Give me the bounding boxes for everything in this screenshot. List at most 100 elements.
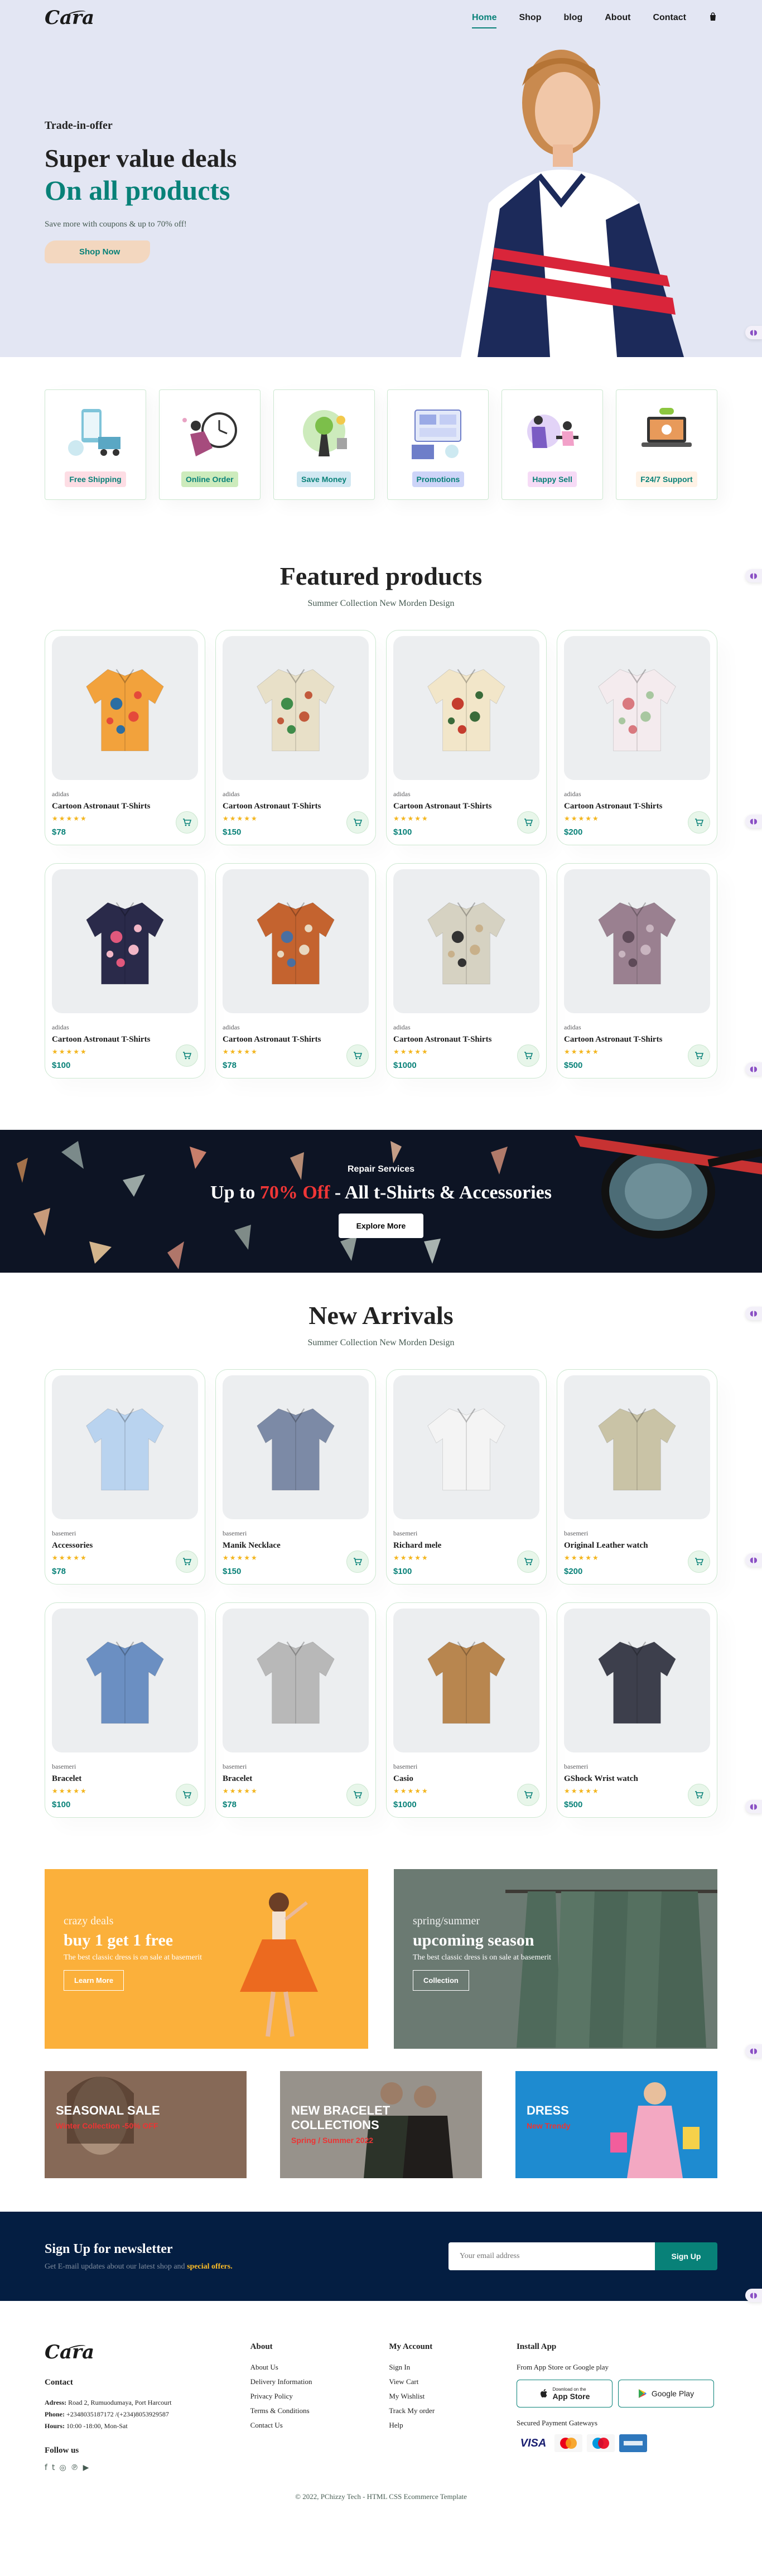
add-to-cart-button[interactable] bbox=[688, 811, 710, 834]
shop-now-button[interactable]: Shop Now bbox=[45, 240, 151, 263]
footer-link[interactable]: My Wishlist bbox=[389, 2392, 500, 2401]
explore-more-button[interactable]: Explore More bbox=[338, 1214, 424, 1238]
product-card[interactable]: adidas Cartoon Astronaut T-Shirts ★★★★★ … bbox=[45, 863, 205, 1078]
nav-about[interactable]: About bbox=[605, 11, 630, 25]
add-to-cart-button[interactable] bbox=[517, 1551, 539, 1573]
collection-button[interactable]: Collection bbox=[413, 1970, 469, 1991]
footer-link[interactable]: Terms & Conditions bbox=[250, 2406, 373, 2415]
banner-subtitle: New Trendy bbox=[527, 2121, 571, 2130]
product-card[interactable]: basemeri Bracelet ★★★★★ $100 bbox=[45, 1602, 205, 1818]
product-image[interactable] bbox=[564, 1609, 710, 1752]
product-image[interactable] bbox=[52, 869, 198, 1013]
footer-link[interactable]: View Cart bbox=[389, 2377, 500, 2386]
bracelet-collection-banner[interactable]: NEW BRACELET COLLECTIONS Spring / Summer… bbox=[280, 2071, 482, 2178]
facebook-icon[interactable]: f bbox=[45, 2463, 47, 2472]
add-to-cart-button[interactable] bbox=[346, 1044, 369, 1067]
add-to-cart-button[interactable] bbox=[176, 1551, 198, 1573]
footer-link[interactable]: Privacy Policy bbox=[250, 2392, 373, 2401]
seasonal-sale-banner[interactable]: SEASONAL SALE Winter Collection -50% OFF bbox=[45, 2071, 247, 2178]
instagram-icon[interactable]: ◎ bbox=[59, 2463, 66, 2472]
nav-home[interactable]: Home bbox=[472, 11, 497, 28]
product-image[interactable] bbox=[564, 636, 710, 780]
product-image[interactable] bbox=[393, 1609, 539, 1752]
pinterest-icon[interactable]: ℗ bbox=[71, 2463, 79, 2472]
email-input[interactable] bbox=[448, 2242, 655, 2270]
add-to-cart-button[interactable] bbox=[517, 1044, 539, 1067]
product-image[interactable] bbox=[223, 1609, 369, 1752]
product-card[interactable]: basemeri Richard mele ★★★★★ $100 bbox=[386, 1369, 547, 1585]
add-to-cart-button[interactable] bbox=[176, 1044, 198, 1067]
banner-eyebrow: Repair Services bbox=[347, 1164, 415, 1174]
floating-widget-icon[interactable]: ◖◗ bbox=[745, 815, 762, 828]
footer-link[interactable]: About Us bbox=[250, 2363, 373, 2372]
product-image[interactable] bbox=[52, 636, 198, 780]
product-card[interactable]: adidas Cartoon Astronaut T-Shirts ★★★★★ … bbox=[386, 863, 547, 1078]
phone-label: Phone: bbox=[45, 2410, 65, 2418]
learn-more-button[interactable]: Learn More bbox=[64, 1970, 124, 1991]
floating-widget-icon[interactable]: ◖◗ bbox=[745, 1062, 762, 1076]
dress-banner[interactable]: DRESS New Trendy bbox=[515, 2071, 717, 2178]
app-store-button[interactable]: Download on the App Store bbox=[516, 2380, 613, 2408]
add-to-cart-button[interactable] bbox=[688, 1044, 710, 1067]
logo[interactable]: Cara bbox=[45, 7, 94, 29]
add-to-cart-button[interactable] bbox=[517, 811, 539, 834]
product-card[interactable]: adidas Cartoon Astronaut T-Shirts ★★★★★ … bbox=[215, 630, 376, 845]
product-price: $200 bbox=[564, 827, 583, 837]
product-card[interactable]: basemeri Manik Necklace ★★★★★ $150 bbox=[215, 1369, 376, 1585]
product-card[interactable]: basemeri GShock Wrist watch ★★★★★ $500 bbox=[557, 1602, 717, 1818]
sign-up-button[interactable]: Sign Up bbox=[655, 2242, 717, 2270]
product-card[interactable]: adidas Cartoon Astronaut T-Shirts ★★★★★ … bbox=[215, 863, 376, 1078]
nav-contact[interactable]: Contact bbox=[653, 11, 686, 25]
shopping-bag-icon[interactable] bbox=[708, 10, 717, 26]
floating-widget-icon[interactable]: ◖◗ bbox=[745, 1800, 762, 1813]
floating-widget-icon[interactable]: ◖◗ bbox=[745, 2289, 762, 2302]
footer-link[interactable]: Contact Us bbox=[250, 2421, 373, 2430]
twitter-icon[interactable]: t bbox=[52, 2463, 55, 2472]
add-to-cart-button[interactable] bbox=[176, 1784, 198, 1806]
newsletter-text: Get E-mail updates about our latest shop… bbox=[45, 2262, 233, 2271]
footer-logo[interactable]: Cara bbox=[45, 2341, 234, 2363]
floating-widget-icon[interactable]: ◖◗ bbox=[745, 1307, 762, 1320]
nav-shop[interactable]: Shop bbox=[519, 11, 541, 25]
promotions-illustration-icon bbox=[412, 410, 462, 459]
footer-link[interactable]: Help bbox=[389, 2421, 500, 2430]
product-image[interactable] bbox=[52, 1609, 198, 1752]
youtube-icon[interactable]: ▶ bbox=[83, 2463, 89, 2472]
footer-link[interactable]: Sign In bbox=[389, 2363, 500, 2372]
add-to-cart-button[interactable] bbox=[517, 1784, 539, 1806]
product-image[interactable] bbox=[223, 869, 369, 1013]
product-image[interactable] bbox=[393, 869, 539, 1013]
add-to-cart-button[interactable] bbox=[688, 1551, 710, 1573]
save-money-illustration-icon bbox=[302, 410, 347, 456]
product-image[interactable] bbox=[393, 636, 539, 780]
floating-widget-icon[interactable]: ◖◗ bbox=[745, 326, 762, 339]
add-to-cart-button[interactable] bbox=[688, 1784, 710, 1806]
floating-widget-icon[interactable]: ◖◗ bbox=[745, 2044, 762, 2058]
add-to-cart-button[interactable] bbox=[346, 1784, 369, 1806]
add-to-cart-button[interactable] bbox=[346, 811, 369, 834]
product-image[interactable] bbox=[564, 869, 710, 1013]
google-play-button[interactable]: Google Play bbox=[618, 2380, 714, 2408]
footer-link[interactable]: Delivery Information bbox=[250, 2377, 373, 2386]
footer-link[interactable]: Track My order bbox=[389, 2406, 500, 2415]
floating-widget-icon[interactable]: ◖◗ bbox=[745, 569, 762, 582]
product-card[interactable]: adidas Cartoon Astronaut T-Shirts ★★★★★ … bbox=[45, 630, 205, 845]
product-card[interactable]: adidas Cartoon Astronaut T-Shirts ★★★★★ … bbox=[386, 630, 547, 845]
floating-widget-icon[interactable]: ◖◗ bbox=[745, 1553, 762, 1567]
product-image[interactable] bbox=[223, 636, 369, 780]
product-card[interactable]: basemeri Bracelet ★★★★★ $78 bbox=[215, 1602, 376, 1818]
apple-icon bbox=[540, 2389, 547, 2397]
product-image[interactable] bbox=[52, 1375, 198, 1519]
product-card[interactable]: basemeri Original Leather watch ★★★★★ $2… bbox=[557, 1369, 717, 1585]
product-image[interactable] bbox=[223, 1375, 369, 1519]
product-card[interactable]: basemeri Accessories ★★★★★ $78 bbox=[45, 1369, 205, 1585]
product-card[interactable]: basemeri Casio ★★★★★ $1000 bbox=[386, 1602, 547, 1818]
add-to-cart-button[interactable] bbox=[176, 811, 198, 834]
happy-sell-illustration-icon bbox=[527, 415, 579, 448]
product-image[interactable] bbox=[393, 1375, 539, 1519]
product-image[interactable] bbox=[564, 1375, 710, 1519]
add-to-cart-button[interactable] bbox=[346, 1551, 369, 1573]
product-card[interactable]: adidas Cartoon Astronaut T-Shirts ★★★★★ … bbox=[557, 863, 717, 1078]
nav-blog[interactable]: blog bbox=[563, 11, 582, 25]
product-card[interactable]: adidas Cartoon Astronaut T-Shirts ★★★★★ … bbox=[557, 630, 717, 845]
